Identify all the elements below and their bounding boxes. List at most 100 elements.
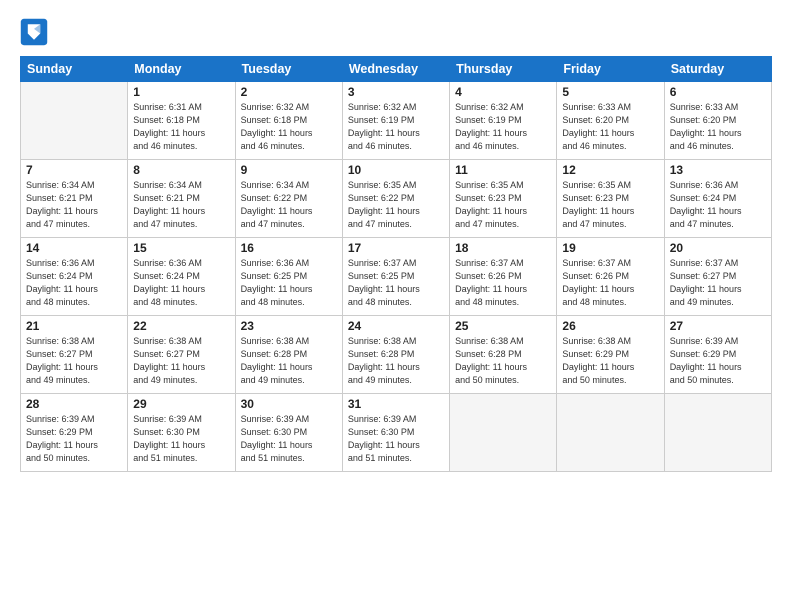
sunrise-text: Sunrise: 6:38 AM (133, 335, 229, 348)
sunrise-text: Sunrise: 6:33 AM (562, 101, 658, 114)
calendar-cell (664, 394, 771, 472)
daylight-text: Daylight: 11 hoursand 47 minutes. (26, 205, 122, 231)
page: SundayMondayTuesdayWednesdayThursdayFrid… (0, 0, 792, 612)
sunset-text: Sunset: 6:21 PM (133, 192, 229, 205)
calendar-cell: 27 Sunrise: 6:39 AMSunset: 6:29 PMDayligh… (664, 316, 771, 394)
calendar-cell: 24Sunrise: 6:38 AMSunset: 6:28 PMDayligh… (342, 316, 449, 394)
sunset-text: Sunset: 6:23 PM (455, 192, 551, 205)
calendar-table: SundayMondayTuesdayWednesdayThursdayFrid… (20, 56, 772, 472)
sunset-text: Sunset: 6:20 PM (562, 114, 658, 127)
day-number: 27 (670, 319, 766, 333)
day-info: Sunrise: 6:36 AMSunset: 6:24 PMDaylight:… (133, 257, 229, 309)
daylight-text: Daylight: 11 hoursand 47 minutes. (455, 205, 551, 231)
day-number: 30 (241, 397, 337, 411)
sunset-text: Sunset: 6:26 PM (562, 270, 658, 283)
sunset-text: Sunset: 6:24 PM (26, 270, 122, 283)
daylight-text: Daylight: 11 hoursand 50 minutes. (455, 361, 551, 387)
daylight-text: Daylight: 11 hoursand 46 minutes. (241, 127, 337, 153)
sunset-text: Sunset: 6:29 PM (562, 348, 658, 361)
day-info: Sunrise: 6:38 AMSunset: 6:28 PMDaylight:… (455, 335, 551, 387)
calendar-cell: 15Sunrise: 6:36 AMSunset: 6:24 PMDayligh… (128, 238, 235, 316)
logo-icon (20, 18, 48, 46)
sunset-text: Sunset: 6:30 PM (133, 426, 229, 439)
sunrise-text: Sunrise: 6:35 AM (455, 179, 551, 192)
calendar-cell: 5Sunrise: 6:33 AMSunset: 6:20 PMDaylight… (557, 82, 664, 160)
calendar-cell (557, 394, 664, 472)
sunrise-text: Sunrise: 6:39 AM (348, 413, 444, 426)
day-info: Sunrise: 6:37 AMSunset: 6:27 PMDaylight:… (670, 257, 766, 309)
weekday-header-sunday: Sunday (21, 57, 128, 82)
day-number: 10 (348, 163, 444, 177)
sunrise-text: Sunrise: 6:32 AM (348, 101, 444, 114)
sunset-text: Sunset: 6:30 PM (241, 426, 337, 439)
calendar-cell: 8Sunrise: 6:34 AMSunset: 6:21 PMDaylight… (128, 160, 235, 238)
calendar-cell: 17Sunrise: 6:37 AMSunset: 6:25 PMDayligh… (342, 238, 449, 316)
sunrise-text: Sunrise: 6:36 AM (26, 257, 122, 270)
calendar-cell: 11Sunrise: 6:35 AMSunset: 6:23 PMDayligh… (450, 160, 557, 238)
day-info: Sunrise: 6:38 AMSunset: 6:28 PMDaylight:… (241, 335, 337, 387)
sunrise-text: Sunrise: 6:37 AM (562, 257, 658, 270)
sunset-text: Sunset: 6:29 PM (670, 348, 766, 361)
calendar-cell: 4Sunrise: 6:32 AMSunset: 6:19 PMDaylight… (450, 82, 557, 160)
daylight-text: Daylight: 11 hoursand 49 minutes. (670, 283, 766, 309)
daylight-text: Daylight: 11 hoursand 51 minutes. (133, 439, 229, 465)
weekday-header-friday: Friday (557, 57, 664, 82)
day-number: 14 (26, 241, 122, 255)
sunset-text: Sunset: 6:28 PM (455, 348, 551, 361)
day-info: Sunrise: 6:32 AMSunset: 6:18 PMDaylight:… (241, 101, 337, 153)
sunset-text: Sunset: 6:30 PM (348, 426, 444, 439)
calendar-cell: 19Sunrise: 6:37 AMSunset: 6:26 PMDayligh… (557, 238, 664, 316)
day-info: Sunrise: 6:37 AMSunset: 6:25 PMDaylight:… (348, 257, 444, 309)
day-number: 28 (26, 397, 122, 411)
week-row-2: 7 Sunrise: 6:34 AM Sunset: 6:21 PM Daylight… (21, 160, 772, 238)
week-row-5: 28 Sunrise: 6:39 AMSunset: 6:29 PMDayligh… (21, 394, 772, 472)
day-info: Sunrise: 6:39 AMSunset: 6:30 PMDaylight:… (241, 413, 337, 465)
day-number: 13 (670, 163, 766, 177)
calendar-cell: 26Sunrise: 6:38 AMSunset: 6:29 PMDayligh… (557, 316, 664, 394)
daylight-text: Daylight: 11 hoursand 49 minutes. (348, 361, 444, 387)
sunrise-text: Sunrise: 6:35 AM (562, 179, 658, 192)
day-number: 24 (348, 319, 444, 333)
day-number: 22 (133, 319, 229, 333)
day-number: 3 (348, 85, 444, 99)
sunrise-text: Sunrise: 6:34 AM (241, 179, 337, 192)
calendar-cell: 25Sunrise: 6:38 AMSunset: 6:28 PMDayligh… (450, 316, 557, 394)
sunrise-text: Sunrise: 6:35 AM (348, 179, 444, 192)
calendar-cell: 20 Sunrise: 6:37 AMSunset: 6:27 PMDayligh… (664, 238, 771, 316)
sunset-text: Sunset: 6:28 PM (348, 348, 444, 361)
weekday-header-monday: Monday (128, 57, 235, 82)
week-row-4: 21Sunrise: 6:38 AMSunset: 6:27 PMDayligh… (21, 316, 772, 394)
day-info: Sunrise: 6:35 AMSunset: 6:22 PMDaylight:… (348, 179, 444, 231)
daylight-text: Daylight: 11 hoursand 46 minutes. (670, 127, 766, 153)
sunrise-text: Sunrise: 6:39 AM (133, 413, 229, 426)
sunset-text: Sunset: 6:25 PM (241, 270, 337, 283)
sunrise-text: Sunrise: 6:32 AM (241, 101, 337, 114)
sunrise-text: Sunrise: 6:34 AM (26, 179, 122, 192)
day-number: 31 (348, 397, 444, 411)
day-number: 26 (562, 319, 658, 333)
sunset-text: Sunset: 6:19 PM (455, 114, 551, 127)
day-info: Sunrise: 6:39 AMSunset: 6:29 PMDaylight:… (26, 413, 122, 465)
day-info: Sunrise: 6:33 AMSunset: 6:20 PMDaylight:… (670, 101, 766, 153)
sunset-text: Sunset: 6:20 PM (670, 114, 766, 127)
day-info: Sunrise: 6:36 AMSunset: 6:24 PMDaylight:… (26, 257, 122, 309)
day-info: Sunrise: 6:39 AMSunset: 6:29 PMDaylight:… (670, 335, 766, 387)
sunset-text: Sunset: 6:24 PM (133, 270, 229, 283)
calendar-cell: 18Sunrise: 6:37 AMSunset: 6:26 PMDayligh… (450, 238, 557, 316)
daylight-text: Daylight: 11 hoursand 46 minutes. (562, 127, 658, 153)
daylight-text: Daylight: 11 hoursand 46 minutes. (133, 127, 229, 153)
day-info: Sunrise: 6:34 AMSunset: 6:22 PMDaylight:… (241, 179, 337, 231)
sunset-text: Sunset: 6:23 PM (562, 192, 658, 205)
calendar-cell: 30 Sunrise: 6:39 AMSunset: 6:30 PMDayligh… (235, 394, 342, 472)
daylight-text: Daylight: 11 hoursand 48 minutes. (26, 283, 122, 309)
sunrise-text: Sunrise: 6:38 AM (26, 335, 122, 348)
calendar-cell: 2Sunrise: 6:32 AMSunset: 6:18 PMDaylight… (235, 82, 342, 160)
weekday-header-thursday: Thursday (450, 57, 557, 82)
day-info: Sunrise: 6:39 AMSunset: 6:30 PMDaylight:… (348, 413, 444, 465)
daylight-text: Daylight: 11 hoursand 47 minutes. (241, 205, 337, 231)
daylight-text: Daylight: 11 hoursand 51 minutes. (241, 439, 337, 465)
day-number: 20 (670, 241, 766, 255)
day-number: 7 (26, 163, 122, 177)
sunrise-text: Sunrise: 6:37 AM (455, 257, 551, 270)
weekday-header-row: SundayMondayTuesdayWednesdayThursdayFrid… (21, 57, 772, 82)
